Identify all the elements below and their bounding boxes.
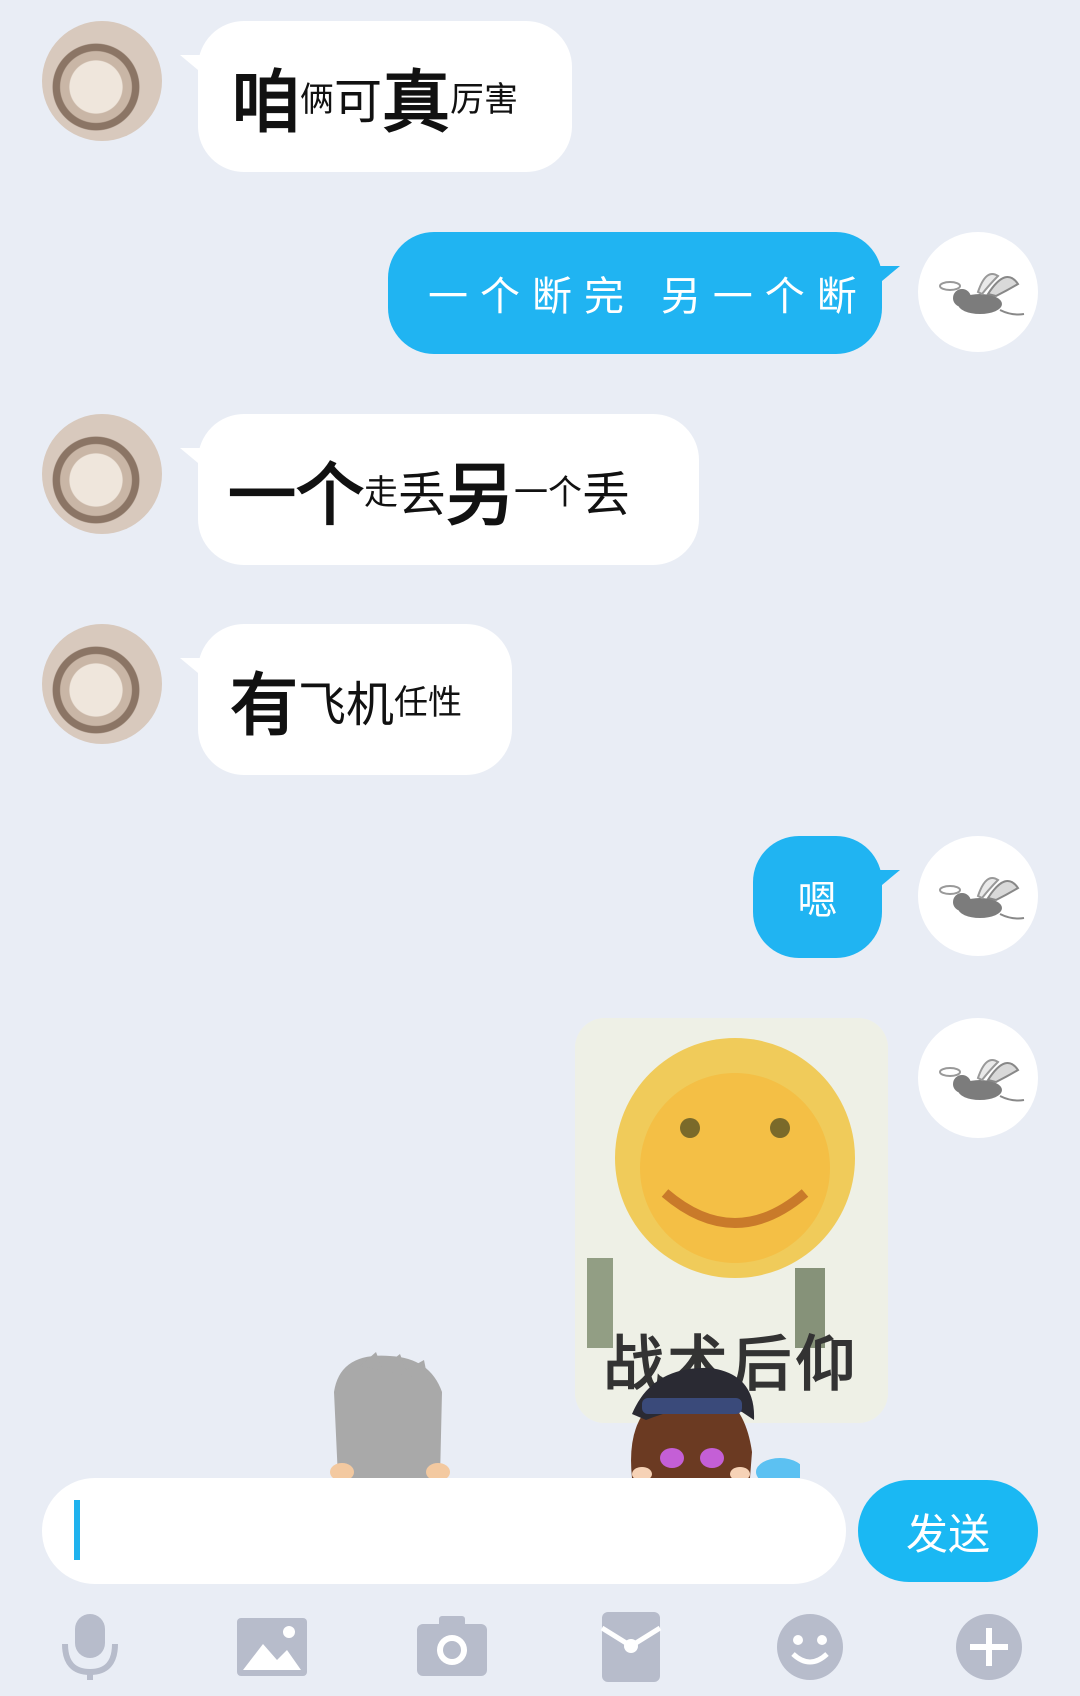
message-text: 真 (382, 64, 451, 143)
my-avatar[interactable] (918, 1018, 1038, 1138)
red-packet-icon[interactable] (594, 1610, 668, 1684)
message-bubble-incoming[interactable]: 有飞机 任性 (180, 624, 512, 775)
send-button-label: 发送 (905, 1509, 990, 1559)
contact-avatar[interactable] (42, 414, 162, 534)
message-text: 嗯 (797, 878, 838, 924)
message-text: 一个 (514, 473, 583, 513)
text-caret (74, 1500, 80, 1560)
image-icon[interactable] (235, 1610, 309, 1684)
contact-avatar[interactable] (42, 624, 162, 744)
angel-icon (939, 1059, 1025, 1102)
message-bubble-outgoing[interactable]: 一个断完 另一个断 (388, 232, 900, 354)
message-text: 厉害 (450, 80, 519, 120)
message-text: 丢 (582, 466, 631, 523)
message-text: 咱 (232, 64, 301, 143)
message-text: 一个断完 另一个断 (428, 274, 869, 320)
angel-icon (939, 273, 1025, 316)
message-text: 任性 (394, 683, 463, 723)
my-avatar[interactable] (918, 836, 1038, 956)
contact-avatar[interactable] (42, 21, 162, 141)
send-button[interactable]: 发送 (858, 1480, 1038, 1582)
message-text: 俩 (300, 80, 335, 120)
message-text: 有 (230, 667, 299, 746)
message-input[interactable] (42, 1478, 846, 1584)
camera-icon[interactable] (415, 1610, 489, 1684)
message-bubble-incoming[interactable]: 一个走丢另一个丢 (180, 414, 699, 565)
message-text: 飞机 (298, 676, 395, 733)
peeking-gray-character-icon (330, 1352, 450, 1478)
my-avatar[interactable] (918, 232, 1038, 352)
plus-icon[interactable] (952, 1610, 1026, 1684)
message-bubble-incoming[interactable]: 咱俩可真厉害 (180, 21, 572, 172)
message-text: 一个 (228, 457, 365, 536)
message-bubble-outgoing[interactable]: 嗯 (753, 836, 900, 958)
microphone-icon[interactable] (53, 1610, 127, 1684)
peeking-anime-girl-icon (631, 1367, 800, 1478)
message-text: 另 (446, 457, 515, 536)
message-text: 走 (364, 473, 399, 513)
emoji-icon[interactable] (773, 1610, 847, 1684)
message-text: 丢 (398, 466, 447, 523)
message-text: 可 (334, 73, 383, 130)
angel-icon (939, 877, 1025, 920)
